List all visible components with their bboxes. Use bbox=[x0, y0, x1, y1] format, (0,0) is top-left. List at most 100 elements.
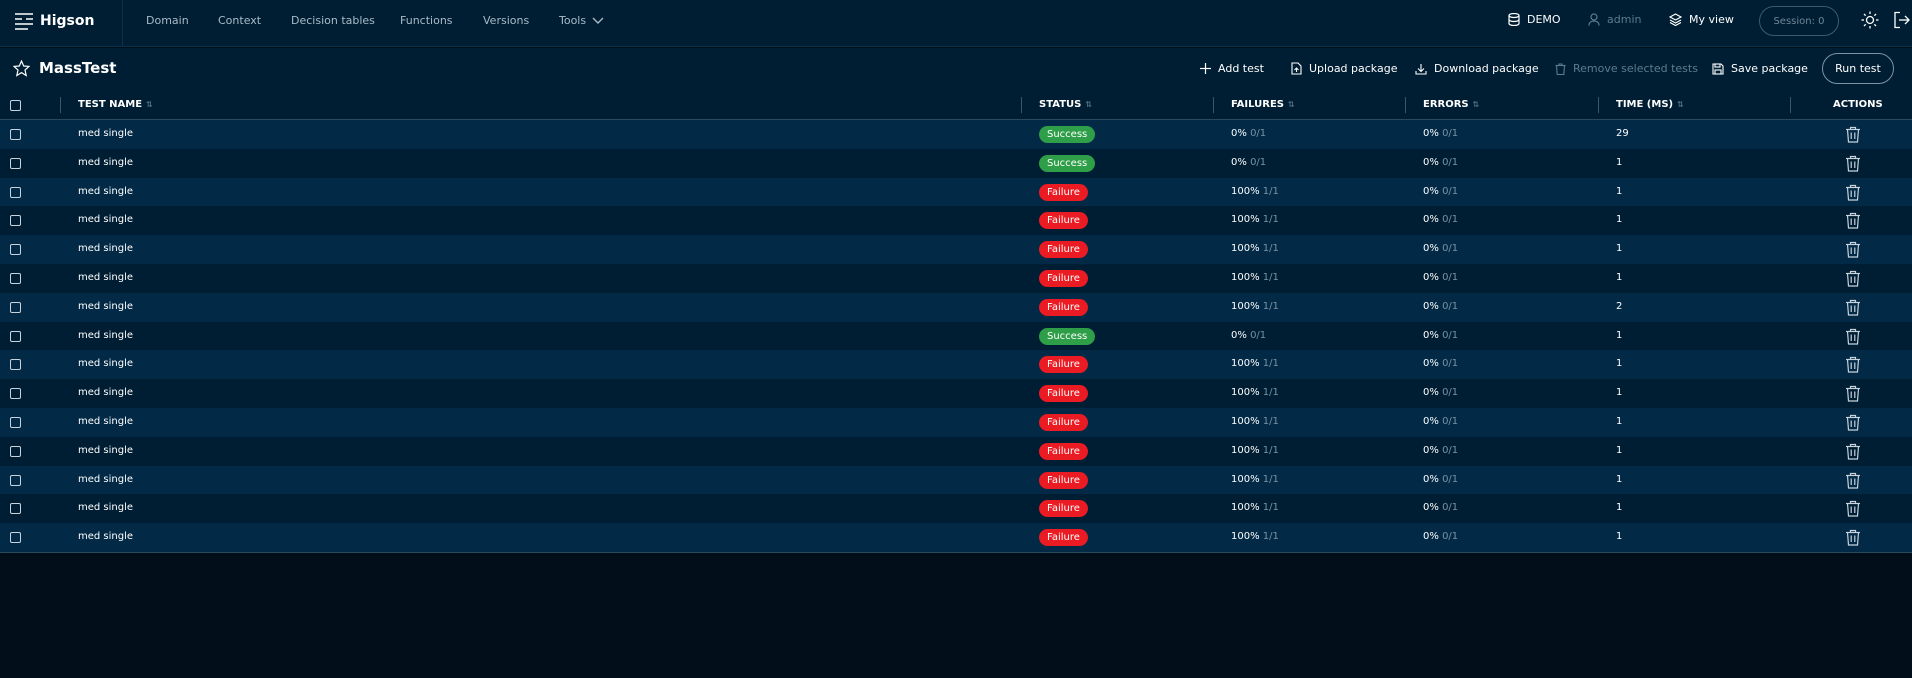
environment-label: DEMO bbox=[1527, 13, 1561, 26]
trash-icon[interactable] bbox=[1845, 529, 1861, 546]
environment-selector[interactable]: DEMO bbox=[1508, 13, 1561, 26]
select-all-checkbox[interactable] bbox=[10, 100, 21, 111]
table-row[interactable]: med single Failure 100% 1/1 0% 0/1 1 bbox=[0, 177, 1912, 207]
trash-icon[interactable] bbox=[1845, 270, 1861, 287]
status-badge: Failure bbox=[1039, 298, 1088, 316]
save-package-button[interactable]: Save package bbox=[1712, 62, 1808, 75]
nav-versions[interactable]: Versions bbox=[483, 14, 529, 27]
column-header-errors[interactable]: ERRORS ⇅ bbox=[1423, 99, 1479, 110]
trash-icon[interactable] bbox=[1845, 184, 1861, 201]
row-checkbox[interactable] bbox=[10, 359, 21, 371]
session-button[interactable]: Session: 0 bbox=[1759, 6, 1839, 36]
trash-icon[interactable] bbox=[1845, 212, 1861, 229]
table-row[interactable]: med single Failure 100% 1/1 0% 0/1 1 bbox=[0, 350, 1912, 380]
trash-icon bbox=[1555, 62, 1566, 75]
table-row[interactable]: med single Success 0% 0/1 0% 0/1 1 bbox=[0, 321, 1912, 351]
status-badge: Failure bbox=[1039, 269, 1088, 287]
trash-icon[interactable] bbox=[1845, 500, 1861, 517]
row-checkbox[interactable] bbox=[10, 532, 21, 544]
row-checkbox[interactable] bbox=[10, 416, 21, 428]
errors-ratio: 0/1 bbox=[1442, 185, 1459, 197]
row-checkbox[interactable] bbox=[10, 330, 21, 342]
column-header-status[interactable]: STATUS ⇅ bbox=[1039, 99, 1092, 110]
row-checkbox[interactable] bbox=[10, 186, 21, 198]
nav-decision-tables[interactable]: Decision tables bbox=[291, 14, 375, 27]
trash-icon[interactable] bbox=[1845, 126, 1861, 143]
row-checkbox[interactable] bbox=[10, 301, 21, 313]
failures-cell: 100% 1/1 bbox=[1231, 272, 1279, 283]
column-label: ACTIONS bbox=[1833, 99, 1883, 110]
trash-icon[interactable] bbox=[1845, 385, 1861, 402]
row-checkbox[interactable] bbox=[10, 272, 21, 284]
table-row[interactable]: med single Failure 100% 1/1 0% 0/1 1 bbox=[0, 407, 1912, 437]
nav-domain[interactable]: Domain bbox=[146, 14, 189, 27]
row-checkbox[interactable] bbox=[10, 388, 21, 400]
trash-icon[interactable] bbox=[1845, 241, 1861, 258]
failures-ratio: 1/1 bbox=[1262, 271, 1279, 283]
column-label: FAILURES bbox=[1231, 99, 1285, 110]
star-icon[interactable] bbox=[13, 60, 30, 77]
trash-icon[interactable] bbox=[1845, 443, 1861, 460]
app-logo[interactable]: Higson bbox=[14, 11, 94, 31]
download-package-button[interactable]: Download package bbox=[1415, 62, 1539, 75]
failures-percent: 100% bbox=[1231, 214, 1260, 226]
upload-package-button[interactable]: Upload package bbox=[1291, 62, 1397, 75]
table-row[interactable]: med single Failure 100% 1/1 0% 0/1 1 bbox=[0, 523, 1912, 552]
mass-test-table: TEST NAME ⇅ STATUS ⇅ FAILURES ⇅ ERRORS ⇅ TIM… bbox=[0, 90, 1912, 553]
trash-icon[interactable] bbox=[1845, 356, 1861, 373]
upload-package-label: Upload package bbox=[1309, 62, 1398, 75]
errors-percent: 0% bbox=[1423, 300, 1439, 312]
table-row[interactable]: med single Failure 100% 1/1 0% 0/1 1 bbox=[0, 206, 1912, 236]
sun-icon[interactable] bbox=[1861, 11, 1879, 29]
remove-selected-tests-button[interactable]: Remove selected tests bbox=[1555, 62, 1698, 75]
table-row[interactable]: med single Success 0% 0/1 0% 0/1 1 bbox=[0, 148, 1912, 178]
add-test-button[interactable]: Add test bbox=[1200, 62, 1264, 75]
failures-cell: 100% 1/1 bbox=[1231, 243, 1279, 254]
row-checkbox[interactable] bbox=[10, 244, 21, 256]
sort-icon: ⇅ bbox=[1472, 100, 1480, 109]
layers-icon bbox=[1669, 13, 1682, 26]
trash-icon[interactable] bbox=[1845, 299, 1861, 316]
user-menu[interactable]: admin bbox=[1588, 13, 1641, 26]
column-header-time[interactable]: TIME (MS) ⇅ bbox=[1616, 99, 1684, 110]
table-row[interactable]: med single Failure 100% 1/1 0% 0/1 1 bbox=[0, 263, 1912, 293]
errors-ratio: 0/1 bbox=[1442, 243, 1459, 255]
errors-ratio: 0/1 bbox=[1442, 531, 1459, 543]
row-checkbox[interactable] bbox=[10, 215, 21, 227]
row-checkbox[interactable] bbox=[10, 503, 21, 515]
column-header-failures[interactable]: FAILURES ⇅ bbox=[1231, 99, 1295, 110]
table-row[interactable]: med single Success 0% 0/1 0% 0/1 29 bbox=[0, 120, 1912, 149]
table-row[interactable]: med single Failure 100% 1/1 0% 0/1 1 bbox=[0, 235, 1912, 264]
row-checkbox[interactable] bbox=[10, 129, 21, 140]
table-row[interactable]: med single Failure 100% 1/1 0% 0/1 1 bbox=[0, 494, 1912, 524]
table-row[interactable]: med single Failure 100% 1/1 0% 0/1 1 bbox=[0, 465, 1912, 495]
column-divider bbox=[1405, 97, 1406, 113]
errors-cell: 0% 0/1 bbox=[1423, 474, 1458, 485]
errors-percent: 0% bbox=[1423, 329, 1439, 341]
view-selector[interactable]: My view bbox=[1669, 13, 1734, 26]
row-checkbox[interactable] bbox=[10, 157, 21, 169]
table-row[interactable]: med single Failure 100% 1/1 0% 0/1 2 bbox=[0, 292, 1912, 322]
time-ms: 1 bbox=[1616, 415, 1623, 427]
time-ms: 1 bbox=[1616, 531, 1623, 543]
trash-icon[interactable] bbox=[1845, 414, 1861, 431]
remove-selected-tests-label: Remove selected tests bbox=[1573, 62, 1698, 75]
nav-functions[interactable]: Functions bbox=[400, 14, 453, 27]
errors-cell: 0% 0/1 bbox=[1423, 416, 1458, 427]
failures-cell: 100% 1/1 bbox=[1231, 214, 1279, 225]
trash-icon[interactable] bbox=[1845, 155, 1861, 172]
nav-tools[interactable]: Tools bbox=[559, 14, 604, 27]
trash-icon[interactable] bbox=[1845, 328, 1861, 345]
row-checkbox[interactable] bbox=[10, 445, 21, 457]
run-test-button[interactable]: Run test bbox=[1822, 53, 1894, 84]
failures-ratio: 1/1 bbox=[1262, 415, 1279, 427]
status-badge: Success bbox=[1039, 126, 1096, 143]
nav-context[interactable]: Context bbox=[218, 14, 261, 27]
row-checkbox[interactable] bbox=[10, 474, 21, 486]
table-row[interactable]: med single Failure 100% 1/1 0% 0/1 1 bbox=[0, 436, 1912, 466]
trash-icon[interactable] bbox=[1845, 472, 1861, 489]
table-row[interactable]: med single Failure 100% 1/1 0% 0/1 1 bbox=[0, 379, 1912, 408]
column-header-test-name[interactable]: TEST NAME ⇅ bbox=[78, 99, 153, 110]
logout-icon[interactable] bbox=[1893, 11, 1910, 29]
errors-ratio: 0/1 bbox=[1442, 156, 1459, 168]
